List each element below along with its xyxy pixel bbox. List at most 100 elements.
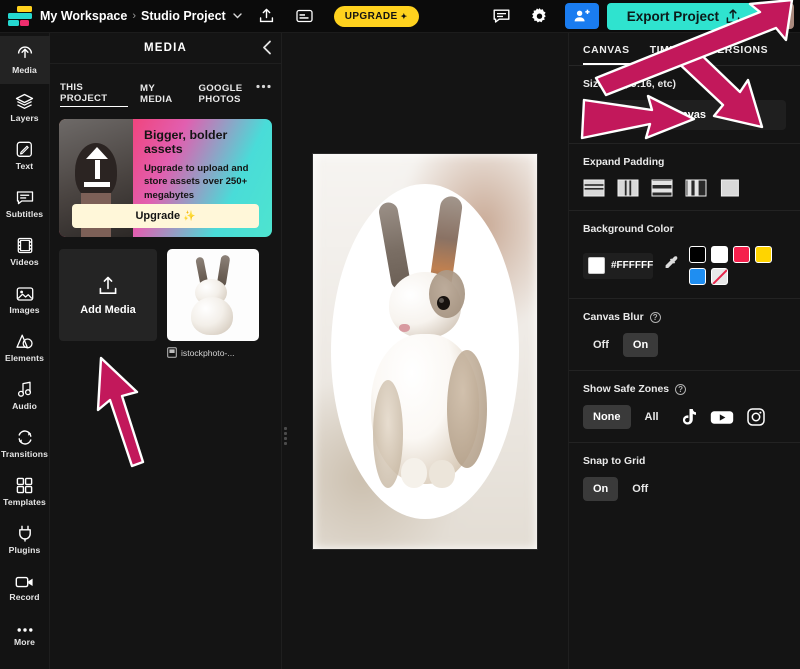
panel-resize-handle[interactable] — [282, 425, 289, 447]
background-hex-field[interactable]: #FFFFFF — [583, 252, 654, 279]
breadcrumb-project[interactable]: Studio Project — [141, 9, 226, 23]
tiktok-icon — [683, 408, 697, 425]
media-thumbnail[interactable] — [167, 249, 259, 341]
help-icon[interactable]: ? — [649, 312, 661, 323]
safe-zone-none[interactable]: None — [583, 405, 631, 429]
background-color-preview[interactable] — [588, 257, 605, 274]
promo-upgrade-button[interactable]: Upgrade ✨ — [72, 204, 259, 228]
background-color-label: Background Color — [583, 224, 674, 235]
tab-my-media[interactable]: MY MEDIA — [140, 83, 187, 107]
upgrade-label: UPGRADE — [344, 10, 398, 22]
promo-upgrade-label: Upgrade — [135, 210, 181, 222]
padding-top-bottom-icon[interactable] — [651, 179, 673, 197]
sidebar-item-subtitles[interactable]: Subtitles — [0, 180, 50, 228]
sidebar-item-audio[interactable]: Audio — [0, 372, 50, 420]
sidebar-item-label: Media — [12, 65, 37, 75]
invite-collaborators-button[interactable] — [564, 3, 599, 29]
swatch-red[interactable] — [733, 246, 751, 263]
elements-icon — [16, 334, 33, 349]
breadcrumb: My Workspace › Studio Project — [40, 9, 242, 23]
add-media-button[interactable]: Add Media — [59, 249, 157, 341]
record-icon — [15, 576, 33, 587]
tab-timing[interactable]: TIMING — [650, 45, 690, 65]
tab-this-project[interactable]: THIS PROJECT — [60, 82, 129, 107]
templates-icon — [16, 477, 33, 494]
captions-button[interactable] — [292, 3, 318, 29]
size-label: Size (1:1, 9:16, etc) — [583, 79, 676, 90]
export-share-icon — [726, 8, 740, 23]
size-section: Size (1:1, 9:16, etc) Resize Canvas — [569, 66, 800, 144]
padding-none-icon[interactable] — [719, 179, 741, 197]
upgrade-button[interactable]: UPGRADE ✦ — [333, 5, 419, 27]
swatch-blue[interactable] — [689, 268, 707, 285]
snap-to-grid-off[interactable]: Off — [622, 477, 658, 501]
sidebar-item-templates[interactable]: Templates — [0, 468, 50, 516]
safe-zone-instagram[interactable] — [741, 405, 771, 429]
left-tool-rail: Media Layers Text Subtitles Videos Image… — [0, 33, 50, 669]
eyedropper-icon[interactable] — [663, 255, 679, 277]
app-window: My Workspace › Studio Project UPGRADE ✦ — [0, 0, 800, 669]
sidebar-item-plugins[interactable]: Plugins — [0, 516, 50, 564]
sidebar-item-elements[interactable]: Elements — [0, 324, 50, 372]
safe-zone-all[interactable]: All — [635, 405, 669, 429]
sidebar-item-label: Plugins — [8, 545, 41, 555]
padding-vertical-split-icon[interactable] — [617, 179, 639, 197]
sidebar-item-videos[interactable]: Videos — [0, 228, 50, 276]
canvas[interactable] — [313, 153, 537, 549]
chevron-down-icon[interactable] — [233, 11, 242, 22]
user-avatar[interactable]: C — [768, 3, 794, 29]
app-logo[interactable] — [6, 5, 34, 27]
gear-icon — [532, 7, 547, 22]
safe-zone-youtube[interactable] — [707, 405, 737, 429]
sidebar-item-media[interactable]: Media — [0, 36, 50, 84]
sidebar-item-label: Layers — [10, 113, 39, 123]
sidebar-item-label: Elements — [4, 353, 44, 363]
export-project-button[interactable]: Export Project — [606, 2, 760, 30]
canvas-blur-label: Canvas Blur ? — [583, 312, 786, 323]
media-item[interactable]: istockphoto-... — [167, 249, 259, 358]
settings-button[interactable] — [527, 3, 553, 29]
swatch-white[interactable] — [711, 246, 729, 263]
sidebar-item-transitions[interactable]: Transitions — [0, 420, 50, 468]
instagram-icon — [746, 408, 765, 426]
canvas-media-frame[interactable] — [331, 183, 519, 519]
sidebar-item-layers[interactable]: Layers — [0, 84, 50, 132]
safe-zone-tiktok[interactable] — [673, 405, 703, 429]
comments-button[interactable] — [489, 3, 515, 29]
tab-canvas[interactable]: CANVAS — [583, 45, 630, 65]
media-grid: Add Media istockphoto-... — [50, 237, 281, 358]
share-upload-button[interactable] — [254, 3, 280, 29]
snap-to-grid-on[interactable]: On — [583, 477, 619, 501]
media-panel: MEDIA THIS PROJECT MY MEDIA GOOGLE PHOTO… — [50, 33, 282, 669]
swatch-transparent[interactable] — [711, 268, 729, 285]
sidebar-item-label: Videos — [10, 257, 39, 267]
images-icon — [16, 286, 33, 301]
canvas-blur-off[interactable]: Off — [583, 333, 619, 357]
resize-canvas-label: Resize Canvas — [629, 109, 707, 121]
resize-canvas-button[interactable]: Resize Canvas — [583, 100, 786, 130]
swatch-yellow[interactable] — [755, 246, 773, 263]
help-icon[interactable]: ? — [675, 384, 687, 395]
sidebar-item-label: Record — [9, 591, 40, 602]
sidebar-item-images[interactable]: Images — [0, 276, 50, 324]
sidebar-item-text[interactable]: Text — [0, 132, 50, 180]
padding-horizontal-split-icon[interactable] — [583, 179, 605, 197]
image-file-icon — [167, 347, 177, 358]
chevron-left-icon[interactable] — [262, 40, 272, 58]
canvas-blur-section: Canvas Blur ? Off On — [569, 299, 800, 371]
canvas-blur-on[interactable]: On — [622, 333, 659, 357]
padding-left-right-icon[interactable] — [685, 179, 707, 197]
plugins-icon — [18, 525, 31, 542]
swatch-black[interactable] — [689, 246, 707, 263]
sidebar-item-more[interactable]: More — [0, 612, 50, 660]
resize-canvas-icon — [599, 106, 617, 124]
tab-versions[interactable]: VERSIONS — [710, 45, 769, 65]
upgrade-promo-card[interactable]: Bigger, bolder assets Upgrade to upload … — [59, 119, 272, 237]
media-more-options-icon[interactable] — [256, 77, 271, 92]
sidebar-item-record[interactable]: Record — [0, 564, 50, 612]
breadcrumb-workspace[interactable]: My Workspace — [40, 9, 127, 23]
media-item-caption: istockphoto-... — [167, 347, 259, 358]
canvas-blur-text: Canvas Blur — [583, 312, 644, 323]
upload-icon — [260, 8, 274, 23]
promo-subtitle: Upgrade to upload and store assets over … — [144, 162, 249, 201]
